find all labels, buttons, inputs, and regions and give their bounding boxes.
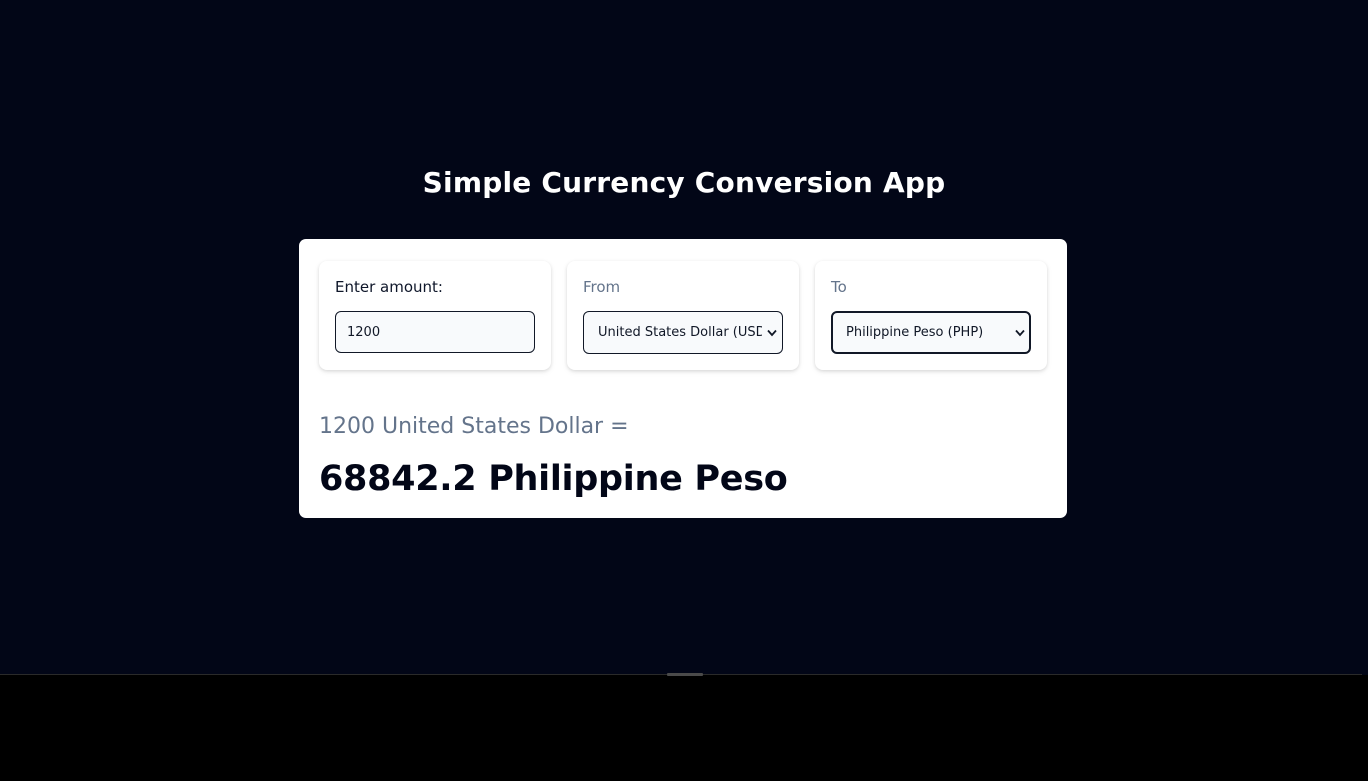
page-title: Simple Currency Conversion App bbox=[422, 166, 946, 199]
result-converted-text: 68842.2 Philippine Peso bbox=[319, 459, 788, 499]
to-label: To bbox=[831, 278, 847, 296]
to-field-group: To Philippine Peso (PHP) bbox=[815, 261, 1047, 370]
result-source-text: 1200 United States Dollar = bbox=[319, 414, 629, 439]
converter-card: Enter amount: From United States Dollar … bbox=[299, 239, 1067, 518]
to-currency-selected: Philippine Peso (PHP) bbox=[846, 325, 984, 340]
from-label: From bbox=[583, 278, 621, 296]
amount-field-group: Enter amount: bbox=[319, 261, 551, 370]
empty-lower-panel bbox=[0, 676, 1368, 781]
chevron-down-icon bbox=[1014, 313, 1026, 352]
from-currency-select[interactable]: United States Dollar (USD) bbox=[583, 311, 783, 354]
amount-label: Enter amount: bbox=[335, 278, 443, 296]
from-currency-selected: United States Dollar (USD) bbox=[598, 325, 762, 340]
app-viewport: Simple Currency Conversion App Enter amo… bbox=[0, 0, 1368, 675]
amount-input[interactable] bbox=[335, 311, 535, 353]
from-field-group: From United States Dollar (USD) bbox=[567, 261, 799, 370]
chevron-down-icon bbox=[766, 312, 778, 353]
to-currency-select[interactable]: Philippine Peso (PHP) bbox=[831, 311, 1031, 354]
